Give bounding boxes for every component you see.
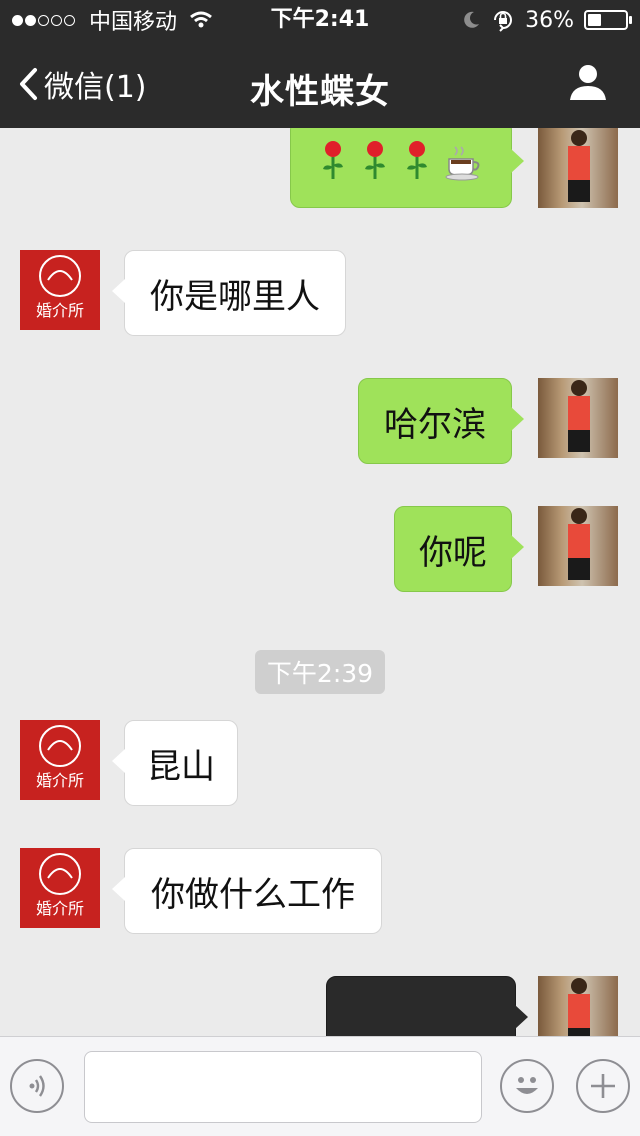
- message-bubble-received[interactable]: 昆山: [112, 720, 238, 806]
- battery-icon: [584, 10, 632, 30]
- more-options-button[interactable]: [576, 1059, 630, 1113]
- message-text: 昆山: [147, 746, 215, 787]
- my-avatar[interactable]: [538, 976, 618, 1036]
- smiley-icon: [507, 1066, 547, 1106]
- emoji-content: [319, 139, 483, 190]
- message-bubble-sent[interactable]: 哈尔滨: [358, 378, 524, 464]
- rose-icon: [361, 139, 389, 190]
- plus-icon: [588, 1071, 618, 1101]
- svg-text:婚介所: 婚介所: [36, 771, 84, 790]
- my-avatar[interactable]: [538, 128, 618, 208]
- svg-text:婚介所: 婚介所: [36, 899, 84, 918]
- message-list[interactable]: 婚介所 你是哪里人 哈尔滨 你呢 下午2:39 婚介所 昆山 婚介所 你做什么工…: [0, 128, 640, 1036]
- voice-input-button[interactable]: [10, 1059, 64, 1113]
- message-bubble-sent[interactable]: [290, 128, 524, 208]
- message-bubble-received[interactable]: 你是哪里人: [112, 250, 346, 336]
- contact-avatar[interactable]: 婚介所: [20, 720, 100, 800]
- chat-title: 水性蝶女: [250, 72, 390, 112]
- message-bubble-received[interactable]: 你做什么工作: [112, 848, 382, 934]
- contact-avatar[interactable]: 婚介所: [20, 848, 100, 928]
- message-text: 你是哪里人: [150, 276, 320, 317]
- my-avatar[interactable]: [538, 506, 618, 586]
- message-bubble-sent[interactable]: 你呢: [394, 506, 524, 592]
- coffee-cup-icon: [445, 145, 483, 190]
- message-input[interactable]: [84, 1051, 482, 1123]
- person-icon: [568, 62, 612, 102]
- message-text: 你呢: [419, 532, 487, 573]
- battery-level: [588, 14, 601, 26]
- input-bar: [0, 1036, 640, 1136]
- rose-icon: [403, 139, 431, 190]
- message-text: 哈尔滨: [384, 404, 486, 445]
- contact-profile-button[interactable]: [568, 62, 612, 106]
- my-avatar[interactable]: [538, 378, 618, 458]
- status-bar: 中国移动 下午2:41 36%: [0, 0, 640, 40]
- svg-text:婚介所: 婚介所: [36, 301, 84, 320]
- message-text: 你做什么工作: [151, 874, 355, 915]
- voice-icon: [23, 1072, 51, 1100]
- contact-avatar[interactable]: 婚介所: [20, 250, 100, 330]
- nav-bar: 微信(1) 水性蝶女: [0, 40, 640, 128]
- message-timestamp: 下午2:39: [255, 650, 385, 694]
- rose-icon: [319, 139, 347, 190]
- message-bubble-sent-redacted[interactable]: [326, 976, 528, 1036]
- emoji-button[interactable]: [500, 1059, 554, 1113]
- status-right: 36%: [461, 6, 632, 34]
- rotation-lock-icon: [491, 8, 515, 32]
- battery-percent: 36%: [525, 7, 574, 33]
- moon-icon: [461, 10, 481, 30]
